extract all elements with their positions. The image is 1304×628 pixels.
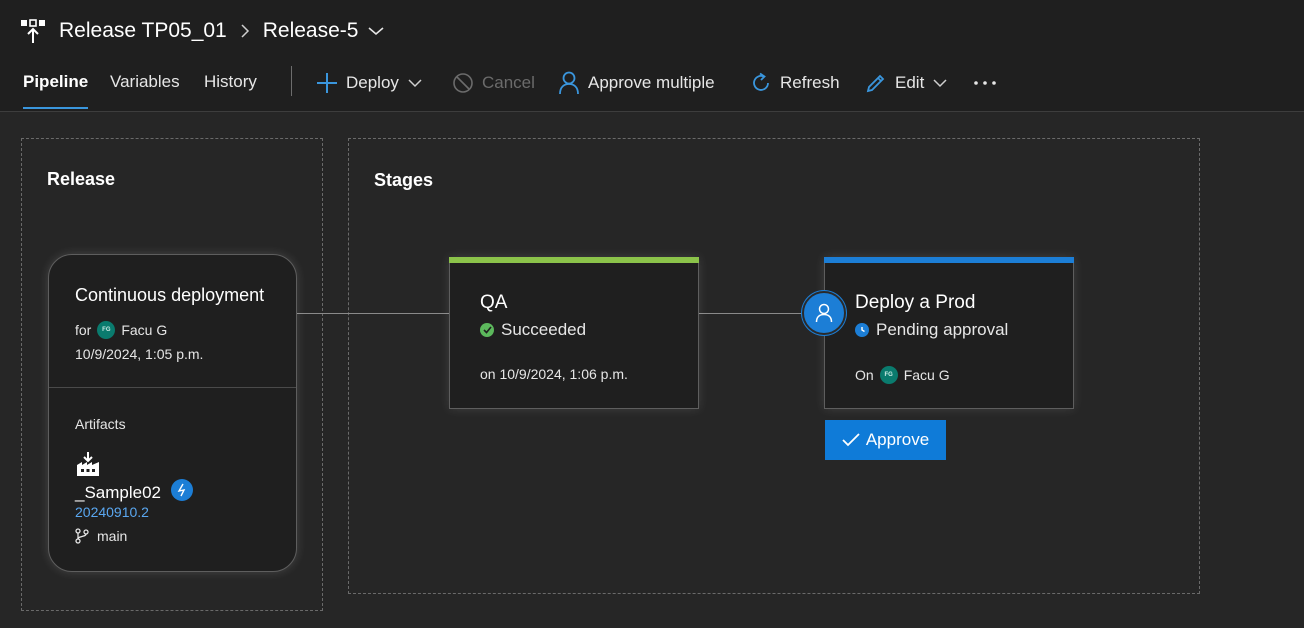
person-icon [559,71,579,95]
plus-icon [317,73,337,93]
release-instance-selector[interactable]: Release-5 [263,19,359,43]
deploy-button[interactable]: Deploy [316,70,430,96]
stage-status-bar [449,257,699,263]
refresh-button[interactable]: Refresh [750,70,840,96]
edit-button[interactable]: Edit [865,70,955,96]
trigger-title: Continuous deployment [75,285,265,305]
stage-status: Succeeded [480,320,586,340]
triggered-by: for FG Facu G [75,321,167,339]
release-pipeline-icon [21,19,45,43]
checkmark-icon [842,433,860,447]
release-pipeline-link[interactable]: Release TP05_01 [59,19,227,43]
branch-icon [75,528,89,544]
chevron-down-icon [933,78,947,87]
stage-status-label: Succeeded [501,320,587,339]
cancel-label: Cancel [482,73,535,92]
branch-name: main [97,528,128,544]
deploy-label: Deploy [346,73,399,92]
stage-name: Deploy a Prod [855,292,976,313]
clock-icon [855,323,869,337]
success-check-icon [480,323,494,337]
stage-status: Pending approval [855,320,1008,340]
approve-multiple-label: Approve multiple [588,73,715,92]
stage-status-label: Pending approval [876,320,1009,339]
continuous-deployment-trigger-icon[interactable] [171,479,193,501]
cancel-button[interactable]: Cancel [452,70,535,96]
refresh-icon [753,72,769,91]
stages-panel-title: Stages [374,170,434,190]
artifacts-heading: Artifacts [75,416,126,432]
top-bar: Release TP05_01 Release-5 Pipeline Varia… [0,0,1304,112]
chevron-right-icon [241,24,249,38]
tab-history[interactable]: History [204,70,257,98]
on-label: On [855,367,874,383]
cancel-icon [453,73,473,93]
avatar: FG [97,321,116,339]
tab-pipeline[interactable]: Pipeline [23,70,88,98]
more-icon [974,81,996,85]
stage-name: QA [480,292,508,313]
more-options-button[interactable] [973,70,1005,96]
chevron-down-icon [408,78,422,87]
user-name: Facu G [121,322,168,338]
pre-deployment-approver-icon[interactable] [802,291,846,335]
divider [291,66,292,96]
approve-label: Approve [865,430,930,449]
build-artifact-icon [77,452,99,476]
refresh-label: Refresh [780,73,840,92]
connector-line [699,313,803,314]
stage-status-bar [824,257,1074,263]
breadcrumb: Release TP05_01 Release-5 [20,14,384,48]
chevron-down-icon[interactable] [368,26,384,36]
divider [49,387,296,388]
approver-info: On FG Facu G [855,366,950,384]
release-datetime: 10/9/2024, 1:05 p.m. [75,346,204,362]
release-panel-title: Release [47,169,116,189]
connector-line [297,313,450,314]
tab-variables[interactable]: Variables [110,70,180,98]
for-label: for [75,322,92,338]
release-card[interactable]: Continuous deployment for FG Facu G 10/9… [48,254,297,572]
command-bar: Pipeline Variables History Deploy Cancel [0,58,1304,112]
active-tab-indicator [23,107,88,109]
artifact-name: _Sample02 [75,483,162,502]
stage-card-prod[interactable]: Deploy a Prod Pending approval On FG Fac… [824,257,1074,409]
edit-label: Edit [895,73,925,92]
avatar: FG [879,366,898,384]
pencil-icon [866,74,885,93]
approve-button[interactable]: Approve [825,420,946,460]
stage-card-qa[interactable]: QA Succeeded on 10/9/2024, 1:06 p.m. [449,257,699,409]
artifact-version-link[interactable]: 20240910.2 [75,504,149,520]
artifact-branch: main [75,528,127,544]
user-name: Facu G [903,367,950,383]
stage-datetime: on 10/9/2024, 1:06 p.m. [480,366,628,382]
person-icon [815,303,833,323]
approve-multiple-button[interactable]: Approve multiple [558,70,715,96]
